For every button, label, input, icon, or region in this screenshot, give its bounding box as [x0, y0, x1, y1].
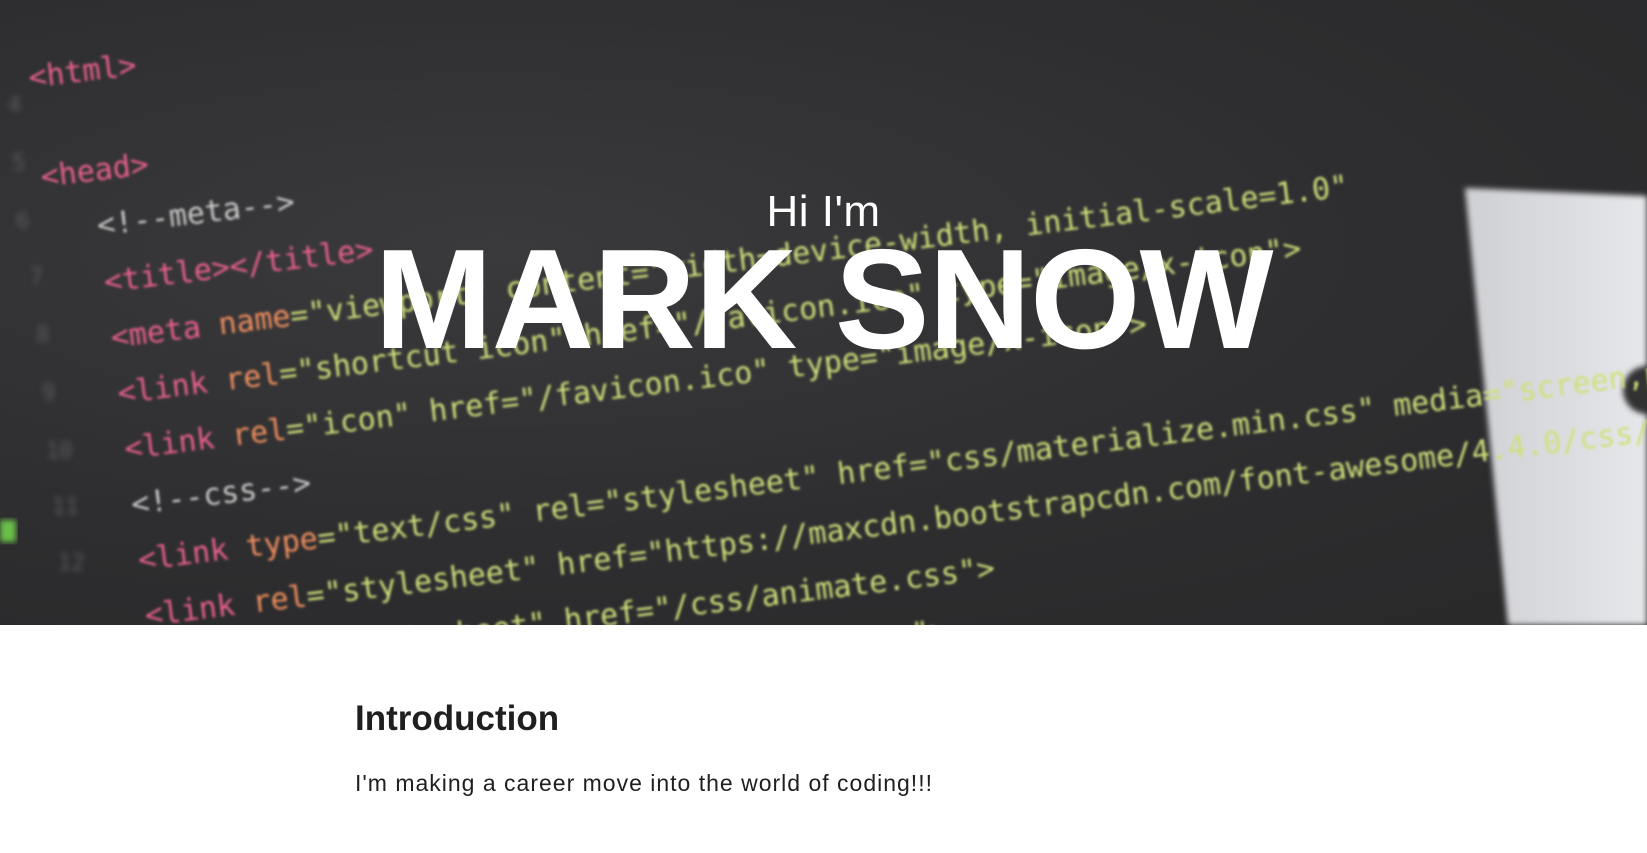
svg-text:11: 11	[52, 495, 79, 520]
hero-banner: <html> <head> <!--meta--> <title></title…	[0, 0, 1647, 625]
introduction-heading: Introduction	[355, 699, 560, 738]
svg-text:10: 10	[46, 439, 73, 464]
svg-text:5: 5	[12, 151, 25, 176]
svg-text:4: 4	[8, 93, 21, 118]
hero-name: MARK SNOW	[374, 220, 1273, 379]
svg-text:<html>: <html>	[27, 48, 139, 96]
hero-heading-block: Hi I'm MARK SNOW	[0, 188, 1647, 379]
introduction-text: I'm making a career move into the world …	[355, 770, 933, 796]
svg-text:<!--css-->: <!--css-->	[129, 466, 313, 523]
introduction-section: Introduction I'm making a career move in…	[355, 698, 1355, 798]
svg-text:12: 12	[58, 551, 85, 576]
svg-text:9: 9	[42, 381, 55, 406]
